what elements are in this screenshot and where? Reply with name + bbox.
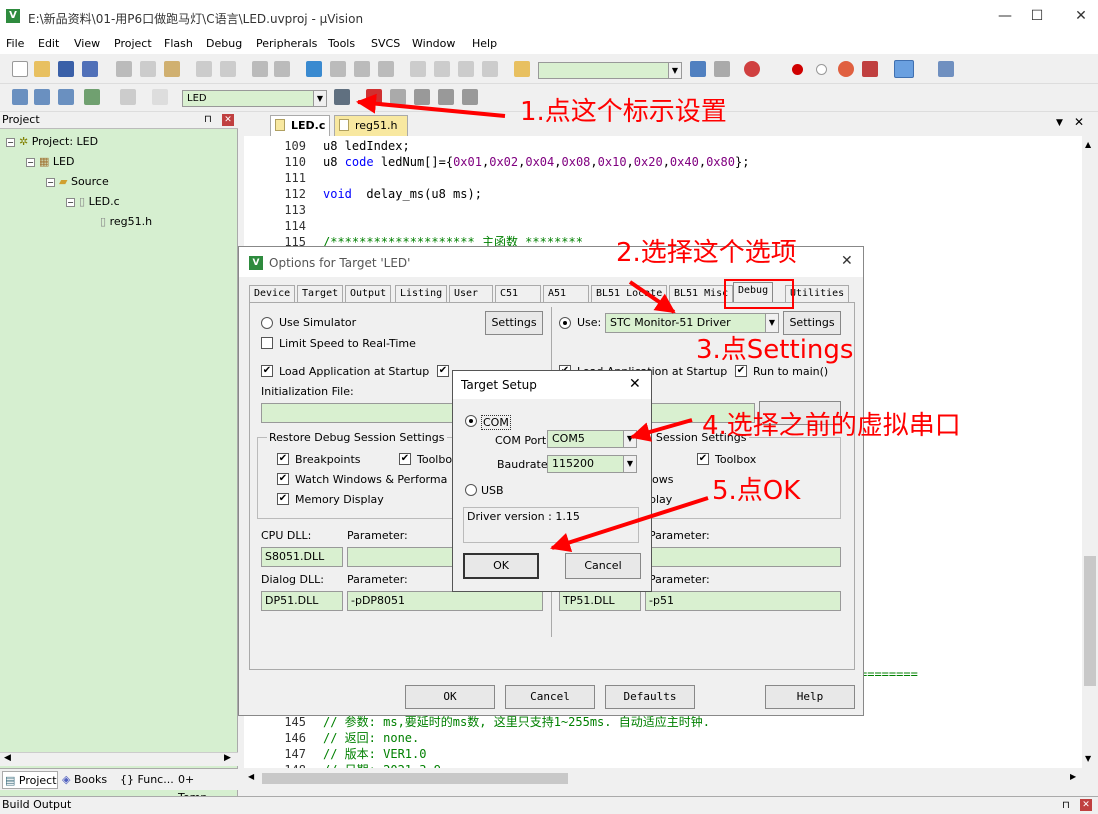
arrow-1 [356, 93, 506, 118]
annotation-step-1: 1.点这个标示设置 [520, 97, 727, 127]
annotation-step-3: 3.点Settings [696, 335, 854, 365]
annotation-step-4: 4.选择之前的虚拟串口 [702, 411, 961, 441]
arrow-2 [628, 280, 676, 314]
annotation-step-2: 2.选择这个选项 [616, 238, 797, 268]
arrow-4 [630, 418, 693, 442]
arrow-5 [550, 496, 709, 553]
annotation-step-5: 5.点OK [712, 476, 801, 506]
